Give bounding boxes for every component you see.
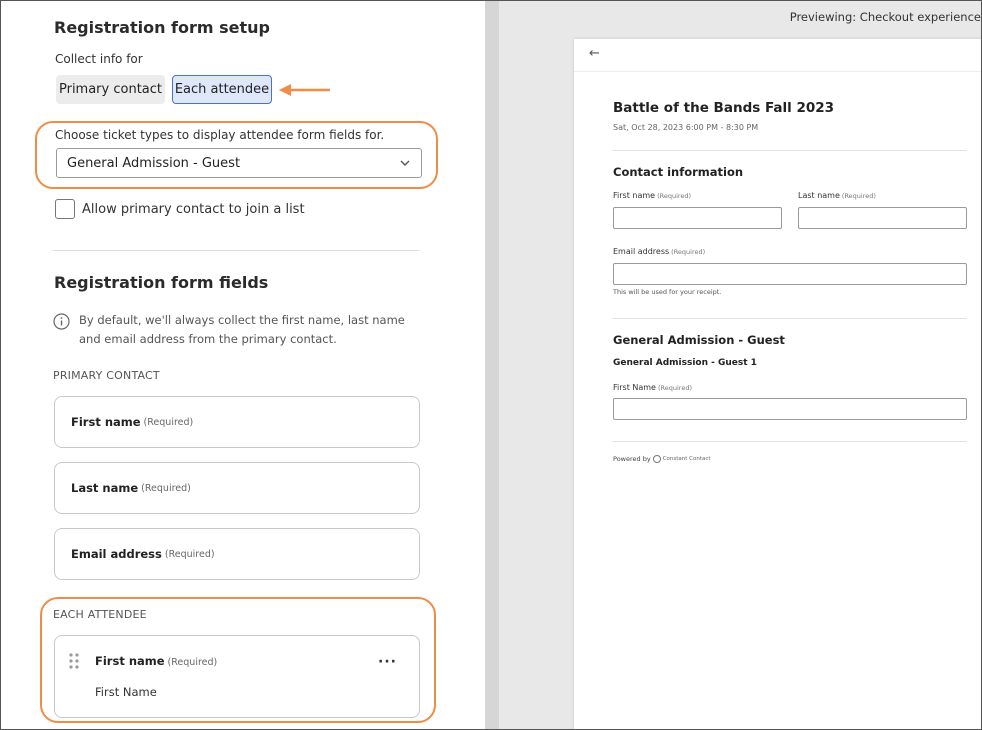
field-card-email[interactable]: Email address (Required): [54, 528, 420, 580]
section-divider: [53, 250, 419, 251]
preview-divider: [613, 150, 967, 151]
first-name-input[interactable]: [613, 207, 782, 229]
panel-splitter[interactable]: [485, 1, 499, 729]
collect-label: Collect info for: [55, 52, 143, 66]
setup-title: Registration form setup: [54, 18, 271, 37]
checkout-preview-sheet: ← Battle of the Bands Fall 2023 Sat, Oct…: [574, 39, 981, 729]
field-card-first-name[interactable]: First name (Required): [54, 396, 420, 448]
join-list-checkbox[interactable]: [55, 199, 75, 219]
attendee-field-value: First Name: [95, 685, 157, 699]
required-tag: (Required): [143, 416, 194, 428]
each-attendee-toggle[interactable]: Each attendee: [172, 75, 272, 104]
first-name-label: First name (Required): [613, 191, 692, 200]
drag-handle-icon[interactable]: [68, 652, 80, 670]
field-card-last-name[interactable]: Last name (Required): [54, 462, 420, 514]
sheet-divider: [574, 71, 981, 72]
preview-label: Previewing: Checkout experience: [789, 10, 981, 24]
more-options-icon[interactable]: ···: [378, 654, 397, 670]
email-hint: This will be used for your receipt.: [613, 288, 722, 296]
email-label: Email address (Required): [613, 247, 706, 256]
last-name-label: Last name (Required): [798, 191, 876, 200]
attendee-field-label: First name: [95, 654, 165, 668]
guest-heading: General Admission - Guest 1: [613, 358, 757, 368]
ticket-prompt: Choose ticket types to display attendee …: [55, 128, 385, 142]
primary-contact-heading: PRIMARY CONTACT: [53, 369, 160, 382]
ticket-type-value: General Admission - Guest: [67, 155, 241, 171]
join-list-label: Allow primary contact to join a list: [82, 202, 305, 217]
info-icon: [53, 313, 70, 330]
chevron-down-icon: [400, 160, 410, 166]
back-arrow-icon[interactable]: ←: [589, 46, 600, 61]
brand-name: Constant Contact: [662, 456, 711, 462]
each-attendee-heading: EACH ATTENDEE: [53, 608, 147, 621]
email-input[interactable]: [613, 263, 967, 285]
primary-contact-toggle[interactable]: Primary contact: [56, 75, 165, 104]
constant-contact-logo-icon: [652, 455, 661, 463]
last-name-input[interactable]: [798, 207, 967, 229]
annotation-arrow-icon: [279, 84, 330, 96]
powered-by-text: Powered by: [613, 455, 651, 463]
event-date: Sat, Oct 28, 2023 6:00 PM - 8:30 PM: [613, 123, 759, 132]
guest-first-name-label: First Name (Required): [613, 383, 692, 392]
powered-by: Powered by Constant Contact: [613, 455, 711, 463]
event-title: Battle of the Bands Fall 2023: [613, 100, 835, 116]
field-label: Last name: [71, 481, 139, 495]
guest-first-name-input[interactable]: [613, 398, 967, 420]
attendee-field-card[interactable]: First name (Required) First Name ···: [54, 635, 420, 718]
fields-title: Registration form fields: [54, 273, 269, 292]
required-tag: (Required): [164, 548, 215, 560]
field-label: Email address: [71, 547, 162, 561]
preview-divider: [613, 441, 967, 442]
default-fields-info: By default, we'll always collect the fir…: [79, 313, 405, 346]
required-tag: (Required): [141, 482, 191, 494]
app-window: Registration form setup Collect info for…: [0, 0, 982, 730]
preview-divider: [613, 318, 967, 319]
required-tag: (Required): [167, 657, 218, 668]
attendee-field-title: First name (Required): [95, 654, 217, 668]
field-label: First name: [71, 415, 141, 429]
ticket-type-select[interactable]: General Admission - Guest: [56, 148, 422, 178]
ticket-section-heading: General Admission - Guest: [613, 333, 785, 347]
preview-panel: Previewing: Checkout experience ← Battle…: [499, 1, 981, 729]
contact-info-heading: Contact information: [613, 165, 744, 179]
settings-panel: Registration form setup Collect info for…: [1, 1, 485, 729]
